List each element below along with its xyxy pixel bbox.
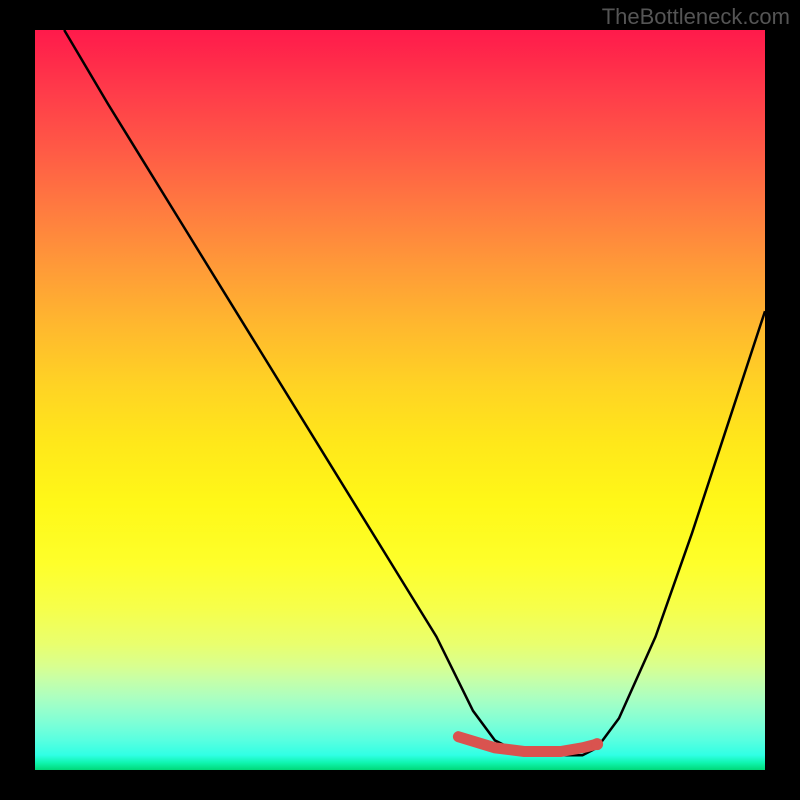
highlight-segment (458, 737, 597, 752)
chart-svg (35, 30, 765, 770)
chart-plot-area (35, 30, 765, 770)
bottleneck-curve (64, 30, 765, 755)
highlight-dot (591, 738, 603, 750)
watermark-text: TheBottleneck.com (602, 4, 790, 30)
